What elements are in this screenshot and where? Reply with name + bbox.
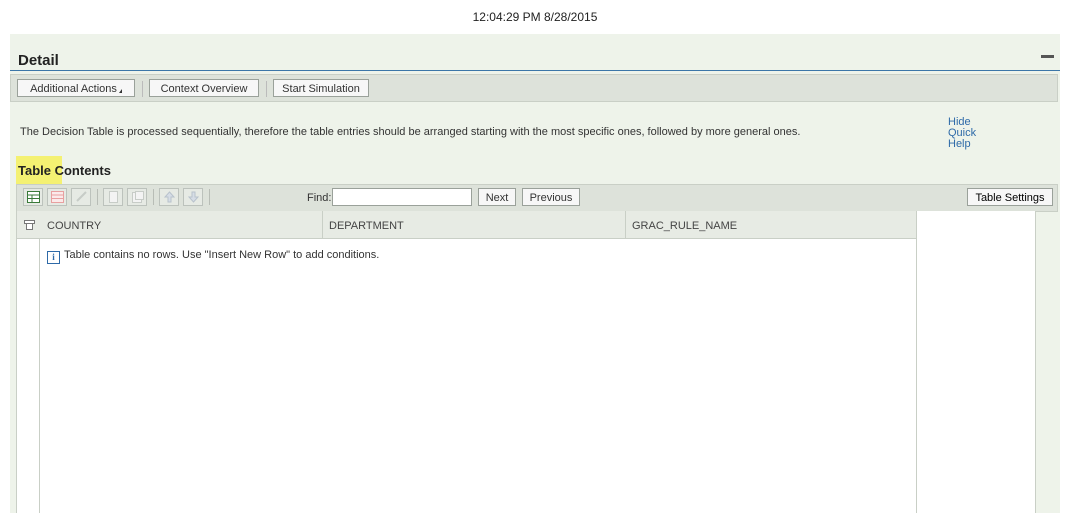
help-text: The Decision Table is processed sequenti…	[20, 126, 801, 138]
empty-message-text: Table contains no rows. Use "Insert New …	[64, 249, 380, 261]
quick-help-line: Help	[948, 138, 971, 150]
previous-button[interactable]: Previous	[522, 188, 580, 206]
decision-table-grid: COUNTRY DEPARTMENT GRAC_RULE_NAME i Table…	[16, 211, 917, 513]
column-header-department[interactable]: DEPARTMENT	[329, 220, 404, 232]
timestamp: 12:04:29 PM 8/28/2015	[472, 10, 598, 24]
dropdown-arrow-icon	[118, 89, 122, 93]
toolbar-divider	[153, 189, 154, 205]
start-simulation-button[interactable]: Start Simulation	[273, 79, 369, 97]
select-all-icon[interactable]	[24, 220, 35, 233]
move-up-icon[interactable]	[159, 188, 179, 206]
delete-row-icon[interactable]	[47, 188, 67, 206]
column-divider	[625, 211, 626, 238]
move-down-icon[interactable]	[183, 188, 203, 206]
row-selector-column	[17, 239, 40, 513]
section-title: Table Contents	[18, 163, 111, 178]
copy-icon[interactable]	[103, 188, 123, 206]
additional-actions-label: Additional Actions	[30, 83, 117, 95]
info-icon: i	[47, 251, 60, 264]
divider	[266, 81, 267, 97]
collapse-icon[interactable]	[1041, 55, 1054, 58]
next-button[interactable]: Next	[478, 188, 516, 206]
table-toolbar: Find: Next Previous Table Settings	[16, 184, 1058, 212]
column-header-country[interactable]: COUNTRY	[47, 220, 101, 232]
find-label: Find:	[307, 192, 332, 204]
column-divider	[322, 211, 323, 238]
detail-panel: Detail Additional Actions Context Overvi…	[10, 34, 1060, 513]
table-right-pane	[916, 211, 1036, 513]
divider	[142, 81, 143, 97]
find-input[interactable]	[332, 188, 472, 206]
context-overview-button[interactable]: Context Overview	[149, 79, 259, 97]
panel-header: Detail	[10, 34, 1060, 71]
toolbar-divider	[209, 189, 210, 205]
additional-actions-button[interactable]: Additional Actions	[17, 79, 135, 97]
action-bar: Additional Actions Context Overview Star…	[10, 74, 1058, 102]
insert-row-icon[interactable]	[23, 188, 43, 206]
edit-icon[interactable]	[71, 188, 91, 206]
paste-icon[interactable]	[127, 188, 147, 206]
table-settings-button[interactable]: Table Settings	[967, 188, 1053, 206]
toolbar-divider	[97, 189, 98, 205]
column-header-grac-rule-name[interactable]: GRAC_RULE_NAME	[632, 220, 737, 232]
hide-quick-help-link[interactable]: Hide Quick Help	[948, 117, 976, 150]
empty-table-message: i Table contains no rows. Use "Insert New…	[47, 249, 379, 264]
panel-title: Detail	[18, 52, 59, 69]
table-header: COUNTRY DEPARTMENT GRAC_RULE_NAME	[17, 211, 917, 239]
